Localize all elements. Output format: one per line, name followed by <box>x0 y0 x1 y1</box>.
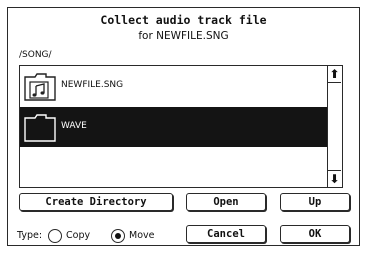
current-path: /SONG/ <box>19 50 52 60</box>
scroll-down-arrow-icon[interactable]: ⬇ <box>328 170 341 187</box>
list-item-label: NEWFILE.SNG <box>61 80 124 90</box>
list-item-wave[interactable]: WAVE <box>20 107 328 147</box>
list-item-newfile-sng[interactable]: NEWFILE.SNG <box>20 66 328 106</box>
scroll-up-arrow-icon[interactable]: ⬆ <box>328 66 341 83</box>
collect-audio-dialog: Collect audio track file for NEWFILE.SNG… <box>7 7 360 246</box>
file-list: NEWFILE.SNG WAVE ⬆ ⬇ <box>19 65 343 188</box>
scrollbar[interactable]: ⬆ ⬇ <box>327 66 342 187</box>
list-item-label: WAVE <box>61 121 87 131</box>
up-button[interactable]: Up <box>280 193 350 211</box>
cancel-button[interactable]: Cancel <box>186 225 266 243</box>
song-file-icon <box>24 73 56 101</box>
open-button[interactable]: Open <box>186 193 266 211</box>
copy-radio-label: Copy <box>66 230 91 241</box>
dialog-title: Collect audio track file <box>100 13 267 27</box>
create-directory-button[interactable]: Create Directory <box>19 193 173 211</box>
ok-button[interactable]: OK <box>280 225 350 243</box>
type-label: Type: <box>17 230 43 241</box>
folder-icon <box>24 114 56 142</box>
copy-radio[interactable] <box>48 229 62 243</box>
dialog-subtitle: for NEWFILE.SNG <box>138 30 229 42</box>
move-radio-label: Move <box>129 230 155 241</box>
move-radio[interactable] <box>111 229 125 243</box>
